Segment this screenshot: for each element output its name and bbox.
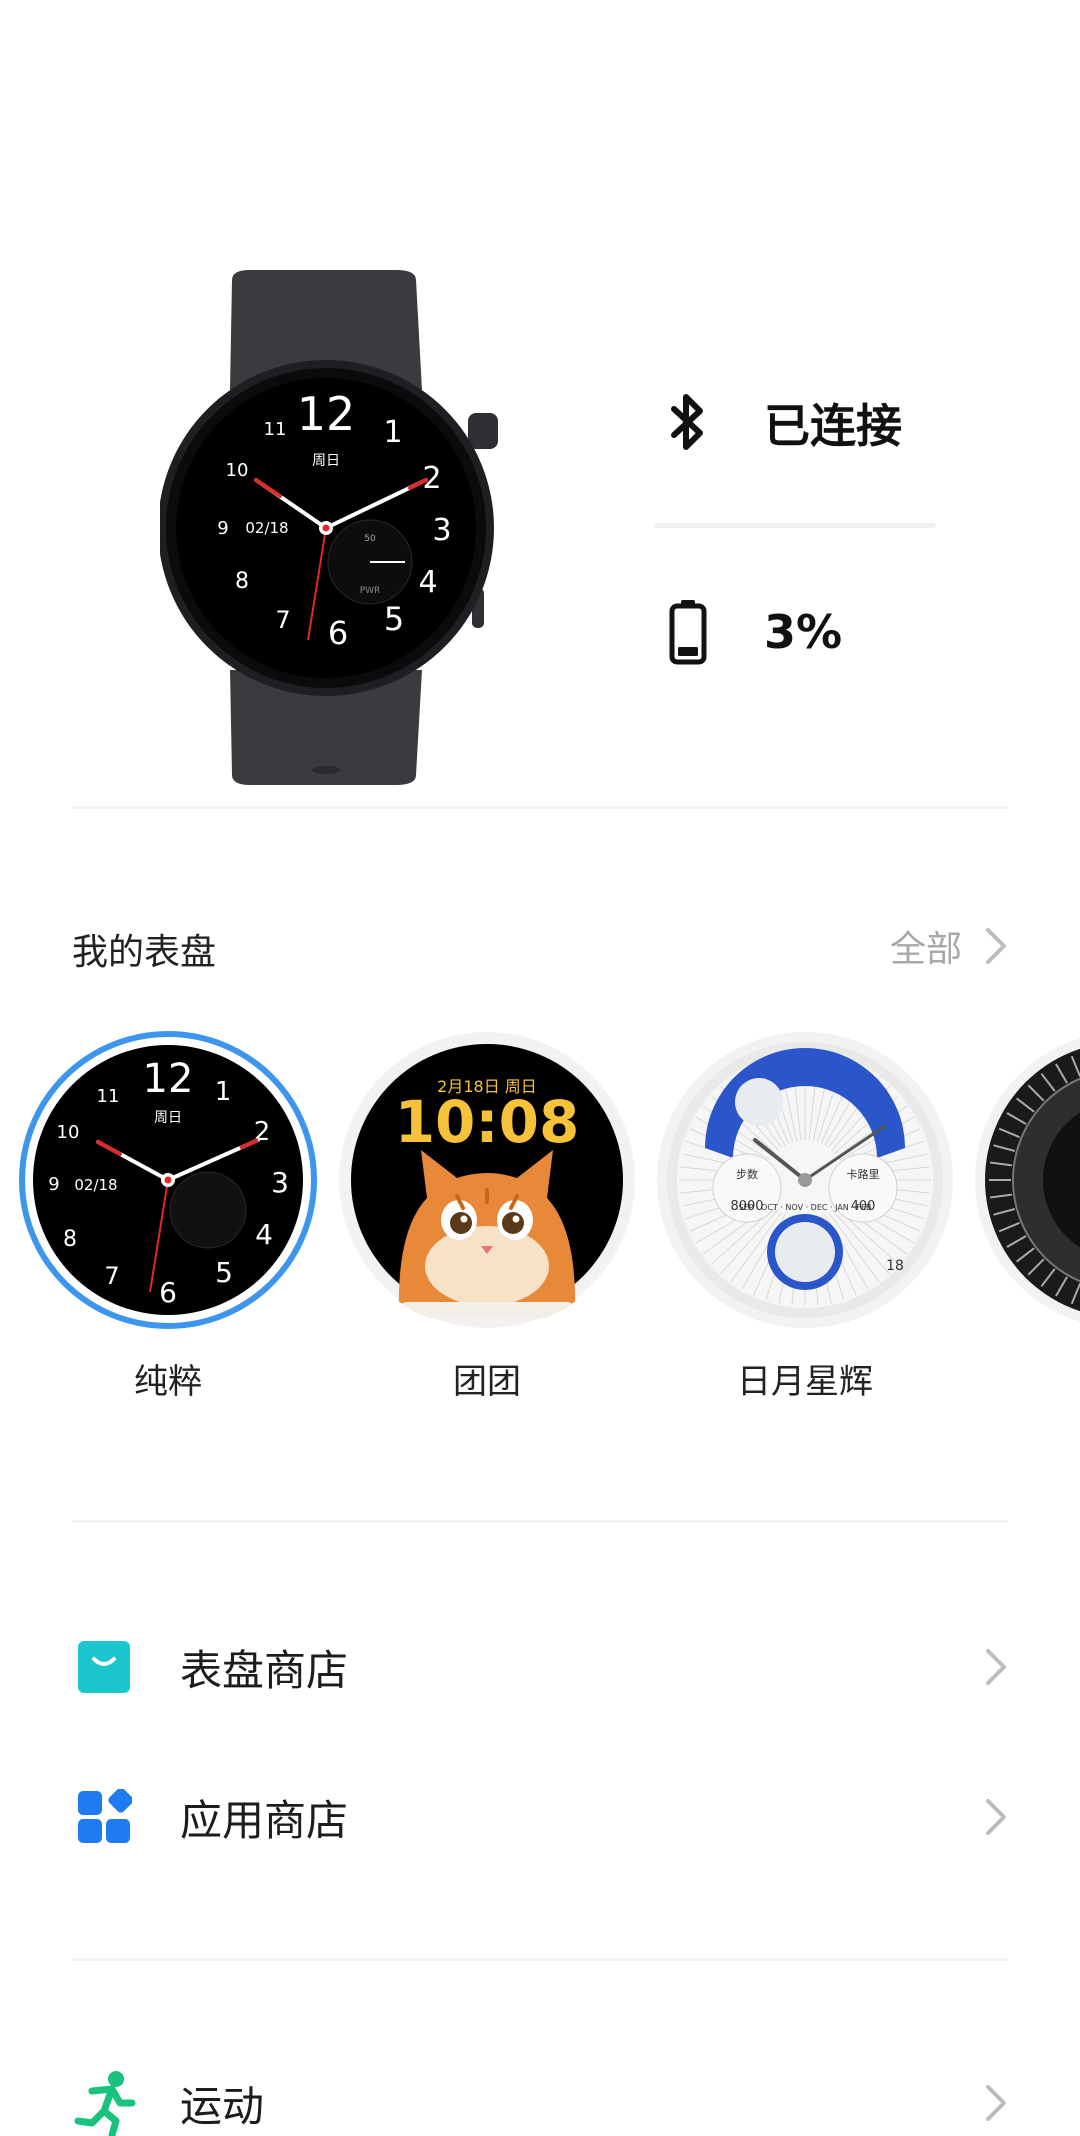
- face-numeral-12: 12: [143, 1056, 194, 1102]
- watch-face-item-tuantuan[interactable]: 2月18日 周日 10:08 团团: [337, 1030, 637, 1403]
- divider: [72, 1520, 1008, 1523]
- divider: [72, 1958, 1008, 1961]
- face-date: 02/18: [74, 1176, 117, 1194]
- watch-face-sun-moon-thumbnail: 步数 8000 卡路里 400 18 SEP · OCT · NOV · DEC…: [657, 1032, 953, 1328]
- face-numeral-8: 8: [63, 1227, 77, 1252]
- watch-face-item-ring[interactable]: 环: [973, 1030, 1080, 1403]
- watch-numeral-3: 3: [432, 513, 451, 548]
- chevron-right-icon: [986, 928, 1006, 964]
- status-divider: [654, 523, 936, 528]
- day-number: 18: [886, 1258, 904, 1274]
- watch-date: 02/18: [245, 519, 288, 537]
- watch-subdial-label: PWR: [360, 586, 381, 596]
- watch-face-carousel[interactable]: 12 1 2 3 4 5 6 7 8 9 10 11 周日 02/18 纯粹 2…: [0, 1030, 1080, 1410]
- my-faces-title: 我的表盘: [72, 932, 217, 973]
- watch-numeral-12: 12: [297, 387, 356, 441]
- watch-face-name: 团团: [453, 1362, 521, 1402]
- watch-face-item-sun-moon[interactable]: 步数 8000 卡路里 400 18 SEP · OCT · NOV · DEC…: [655, 1030, 955, 1403]
- connection-status-text: 已连接: [764, 399, 902, 453]
- bluetooth-icon: [656, 391, 720, 455]
- see-all-label: 全部: [889, 929, 962, 970]
- cat-illustration: [398, 1150, 576, 1318]
- battery-level-text: 3%: [764, 605, 843, 659]
- watch-weekday: 周日: [312, 453, 340, 469]
- watch-numeral-5: 5: [384, 600, 404, 638]
- watch-subdial-value: 50: [364, 534, 376, 544]
- watch-numeral-11: 11: [264, 419, 287, 440]
- face-numeral-6: 6: [159, 1276, 177, 1309]
- face-numeral-10: 10: [57, 1122, 80, 1143]
- watch-numeral-8: 8: [235, 569, 249, 594]
- battery-icon: [656, 600, 720, 665]
- calories-label: 卡路里: [847, 1168, 880, 1181]
- watch-face-pure-thumbnail: 12 1 2 3 4 5 6 7 8 9 10 11 周日 02/18: [19, 1031, 317, 1329]
- watch-face-name: 日月星辉: [737, 1362, 873, 1402]
- watch-numeral-1: 1: [383, 415, 402, 450]
- sport-label: 运动: [180, 2081, 265, 2131]
- face-numeral-5: 5: [215, 1256, 233, 1289]
- running-person-icon: [72, 2071, 136, 2136]
- face-store-row[interactable]: 表盘商店: [72, 1612, 1008, 1722]
- app-store-row[interactable]: 应用商店: [72, 1762, 1008, 1872]
- watch-face-name: 环: [973, 1354, 1080, 1403]
- face-numeral-4: 4: [255, 1218, 273, 1251]
- face-numeral-7: 7: [104, 1262, 119, 1290]
- divider: [72, 806, 1008, 809]
- face-numeral-3: 3: [271, 1166, 289, 1199]
- watch-face-item-pure[interactable]: 12 1 2 3 4 5 6 7 8 9 10 11 周日 02/18 纯粹: [18, 1030, 318, 1403]
- sport-row[interactable]: 运动: [72, 2048, 1008, 2136]
- apps-grid-icon: [72, 1785, 136, 1849]
- watch-face-ring-thumbnail: [975, 1038, 1080, 1322]
- connection-status: 已连接: [656, 390, 902, 456]
- see-all-faces-link[interactable]: 全部: [890, 920, 1008, 972]
- watch-product-image: 12 1 2 3 4 5 6 7 8 9 10 11 周日 02/18 50 P…: [160, 270, 498, 785]
- watch-numeral-6: 6: [328, 614, 348, 652]
- face-store-label: 表盘商店: [180, 1645, 349, 1695]
- watch-face-tuantuan-thumbnail: 2月18日 周日 10:08: [339, 1032, 635, 1328]
- app-store-label: 应用商店: [180, 1795, 349, 1845]
- face-weekday: 周日: [154, 1110, 182, 1126]
- chevron-right-icon: [968, 2083, 1008, 2123]
- chevron-right-icon: [968, 1797, 1008, 1837]
- face-numeral-1: 1: [215, 1077, 232, 1107]
- battery-status: 3%: [656, 600, 843, 665]
- shopping-bag-icon: [72, 1635, 136, 1699]
- watch-numeral-7: 7: [275, 606, 290, 634]
- watch-numeral-4: 4: [418, 565, 437, 600]
- chevron-right-icon: [968, 1647, 1008, 1687]
- watch-numeral-10: 10: [226, 460, 249, 481]
- months-ring: SEP · OCT · NOV · DEC · JAN · FEB: [738, 1203, 871, 1212]
- steps-label: 步数: [736, 1168, 758, 1181]
- battery-fill: [678, 647, 698, 656]
- face-numeral-9: 9: [48, 1174, 59, 1195]
- watch-numeral-9: 9: [217, 518, 228, 539]
- watch-face-name: 纯粹: [134, 1362, 202, 1402]
- face-numeral-11: 11: [97, 1086, 120, 1107]
- face-time-text: 10:08: [395, 1088, 580, 1156]
